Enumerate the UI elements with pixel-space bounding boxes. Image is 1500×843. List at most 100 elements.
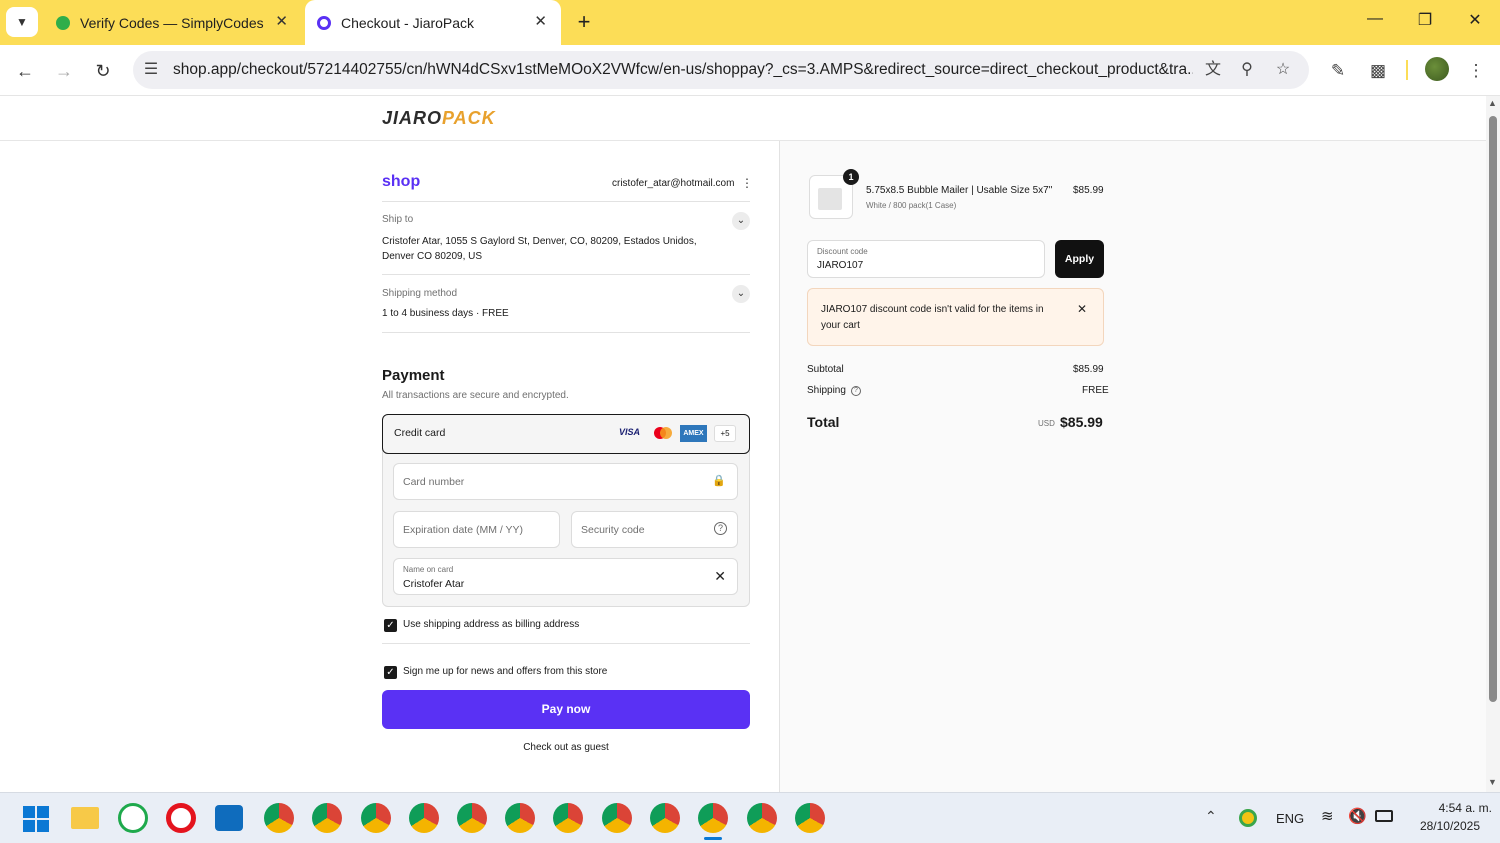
translate-icon[interactable]: 文	[1203, 60, 1223, 80]
discount-code-label: Discount code	[817, 247, 868, 256]
security-code-placeholder: Security code	[581, 524, 645, 536]
chrome-profile-icon[interactable]	[747, 803, 777, 833]
volume-muted-icon[interactable]: 🔇	[1348, 807, 1367, 825]
total-value: $85.99	[1060, 414, 1103, 430]
outlook-icon[interactable]	[215, 805, 243, 831]
chrome-profile-icon[interactable]	[795, 803, 825, 833]
scroll-down-icon[interactable]: ▼	[1488, 777, 1497, 787]
browser-tab-bar: ▼ Verify Codes — SimplyCodes ✕ Checkout …	[0, 0, 1500, 45]
dismiss-icon[interactable]: ✕	[1077, 302, 1087, 316]
chrome-profile-icon[interactable]	[457, 803, 487, 833]
close-tab-icon[interactable]: ✕	[275, 14, 288, 30]
page-scrollbar[interactable]: ▲ ▼	[1486, 96, 1500, 792]
url-text[interactable]: shop.app/checkout/57214402755/cn/hWN4dCS…	[173, 61, 1193, 79]
bookmark-star-icon[interactable]: ☆	[1273, 60, 1293, 80]
ship-to-chevron-icon[interactable]: ⌄	[732, 212, 750, 230]
chevron-down-icon: ▼	[16, 15, 28, 29]
item-variant: White / 800 pack(1 Case)	[866, 201, 957, 210]
guest-checkout-link[interactable]: Check out as guest	[382, 742, 750, 753]
card-number-field[interactable]: Card number 🔒	[393, 463, 738, 500]
chrome-profile-icon[interactable]	[264, 803, 294, 833]
site-info-icon[interactable]: ☰	[141, 60, 161, 80]
billing-checkbox[interactable]: ✓	[384, 619, 397, 632]
tab-simplycodes[interactable]: Verify Codes — SimplyCodes ✕	[44, 0, 302, 45]
discount-error-line2: your cart	[821, 320, 860, 331]
item-quantity-badge: 1	[843, 169, 859, 185]
forward-icon[interactable]: →	[51, 58, 77, 84]
whatsapp-icon[interactable]	[118, 803, 148, 833]
shipping-label: Shipping	[807, 385, 846, 396]
tray-app-icon[interactable]	[1239, 809, 1257, 827]
language-indicator[interactable]: ENG	[1276, 811, 1304, 826]
chrome-profile-icon[interactable]	[650, 803, 680, 833]
reload-icon[interactable]: ↻	[90, 58, 116, 84]
total-label: Total	[807, 414, 840, 430]
show-hidden-icons[interactable]: ⌃	[1205, 808, 1217, 825]
ship-to-address-line2: Denver CO 80209, US	[382, 251, 483, 262]
visa-icon: VISA	[619, 427, 641, 437]
scroll-up-icon[interactable]: ▲	[1488, 98, 1497, 108]
scroll-thumb[interactable]	[1489, 116, 1497, 702]
ship-to-address-line1: Cristofer Atar, 1055 S Gaylord St, Denve…	[382, 236, 697, 247]
chrome-profile-icon[interactable]	[409, 803, 439, 833]
clock-time[interactable]: 4:54 a. m.	[1412, 801, 1492, 815]
tab-checkout[interactable]: Checkout - JiaroPack ✕	[305, 0, 561, 45]
close-window-icon[interactable]: ✕	[1460, 10, 1490, 34]
shipping-method-label: Shipping method	[382, 288, 458, 299]
name-on-card-label: Name on card	[403, 565, 454, 574]
opera-icon[interactable]	[166, 803, 196, 833]
credit-card-label: Credit card	[394, 427, 446, 439]
file-explorer-icon[interactable]	[71, 807, 99, 829]
name-on-card-field[interactable]: Name on card Cristofer Atar ✕	[393, 558, 738, 595]
clear-icon[interactable]: ✕	[714, 568, 726, 585]
tab-search-button[interactable]: ▼	[6, 7, 38, 37]
shipping-method-chevron-icon[interactable]: ⌄	[732, 285, 750, 303]
credit-card-option[interactable]: Credit card VISA AMEX +5	[382, 414, 750, 454]
newsletter-checkbox-label: Sign me up for news and offers from this…	[403, 666, 608, 677]
account-menu-icon[interactable]: ⋮	[741, 176, 753, 190]
help-icon[interactable]: ?	[714, 522, 727, 535]
chrome-profile-icon[interactable]	[553, 803, 583, 833]
address-bar[interactable]: ☰ shop.app/checkout/57214402755/cn/hWN4d…	[133, 51, 1309, 89]
item-name: 5.75x8.5 Bubble Mailer | Usable Size 5x7…	[866, 185, 1053, 196]
start-icon[interactable]	[23, 806, 49, 832]
back-icon[interactable]: ←	[12, 58, 38, 84]
chrome-profile-icon[interactable]	[602, 803, 632, 833]
wifi-icon[interactable]: ≋	[1321, 807, 1334, 825]
close-tab-icon[interactable]: ✕	[534, 14, 547, 30]
minimize-icon[interactable]: —	[1360, 10, 1390, 34]
extensions-icon[interactable]: ▩	[1365, 58, 1391, 84]
zoom-icon[interactable]: ⚲	[1237, 60, 1257, 80]
security-code-field[interactable]: Security code ?	[571, 511, 738, 548]
store-logo[interactable]: JIAROPACK	[382, 108, 496, 129]
checkout-page: JIAROPACK shop cristofer_atar@hotmail.co…	[0, 96, 1486, 792]
shipping-method-value: 1 to 4 business days · FREE	[382, 308, 509, 319]
total-currency: USD	[1038, 419, 1055, 428]
info-icon[interactable]: ?	[851, 386, 861, 396]
clock-date[interactable]: 28/10/2025	[1400, 819, 1480, 833]
payment-subtitle: All transactions are secure and encrypte…	[382, 390, 569, 401]
amex-icon: AMEX	[680, 425, 707, 442]
profile-avatar[interactable]	[1425, 57, 1449, 81]
order-summary-panel: 1 5.75x8.5 Bubble Mailer | Usable Size 5…	[779, 141, 1486, 792]
newsletter-checkbox[interactable]: ✓	[384, 666, 397, 679]
shop-brand: shop	[382, 173, 421, 190]
menu-icon[interactable]: ⋮	[1463, 58, 1489, 84]
more-cards-badge: +5	[714, 425, 736, 442]
restore-icon[interactable]: ❐	[1410, 10, 1440, 34]
battery-icon[interactable]	[1375, 810, 1393, 822]
chrome-active-icon[interactable]	[698, 803, 728, 833]
subtotal-label: Subtotal	[807, 364, 844, 375]
expiration-date-field[interactable]: Expiration date (MM / YY)	[393, 511, 560, 548]
pay-now-button[interactable]: Pay now	[382, 690, 750, 729]
chrome-profile-icon[interactable]	[505, 803, 535, 833]
discount-error-line1: JIARO107 discount code isn't valid for t…	[821, 304, 1044, 315]
apply-button[interactable]: Apply	[1055, 240, 1104, 278]
chrome-profile-icon[interactable]	[361, 803, 391, 833]
store-header: JIAROPACK	[0, 96, 1486, 141]
chrome-profile-icon[interactable]	[312, 803, 342, 833]
expiration-date-placeholder: Expiration date (MM / YY)	[403, 524, 524, 536]
new-tab-button[interactable]: +	[572, 9, 596, 35]
discount-code-field[interactable]: Discount code JIARO107	[807, 240, 1045, 278]
edit-icon[interactable]: ✎	[1325, 58, 1351, 84]
